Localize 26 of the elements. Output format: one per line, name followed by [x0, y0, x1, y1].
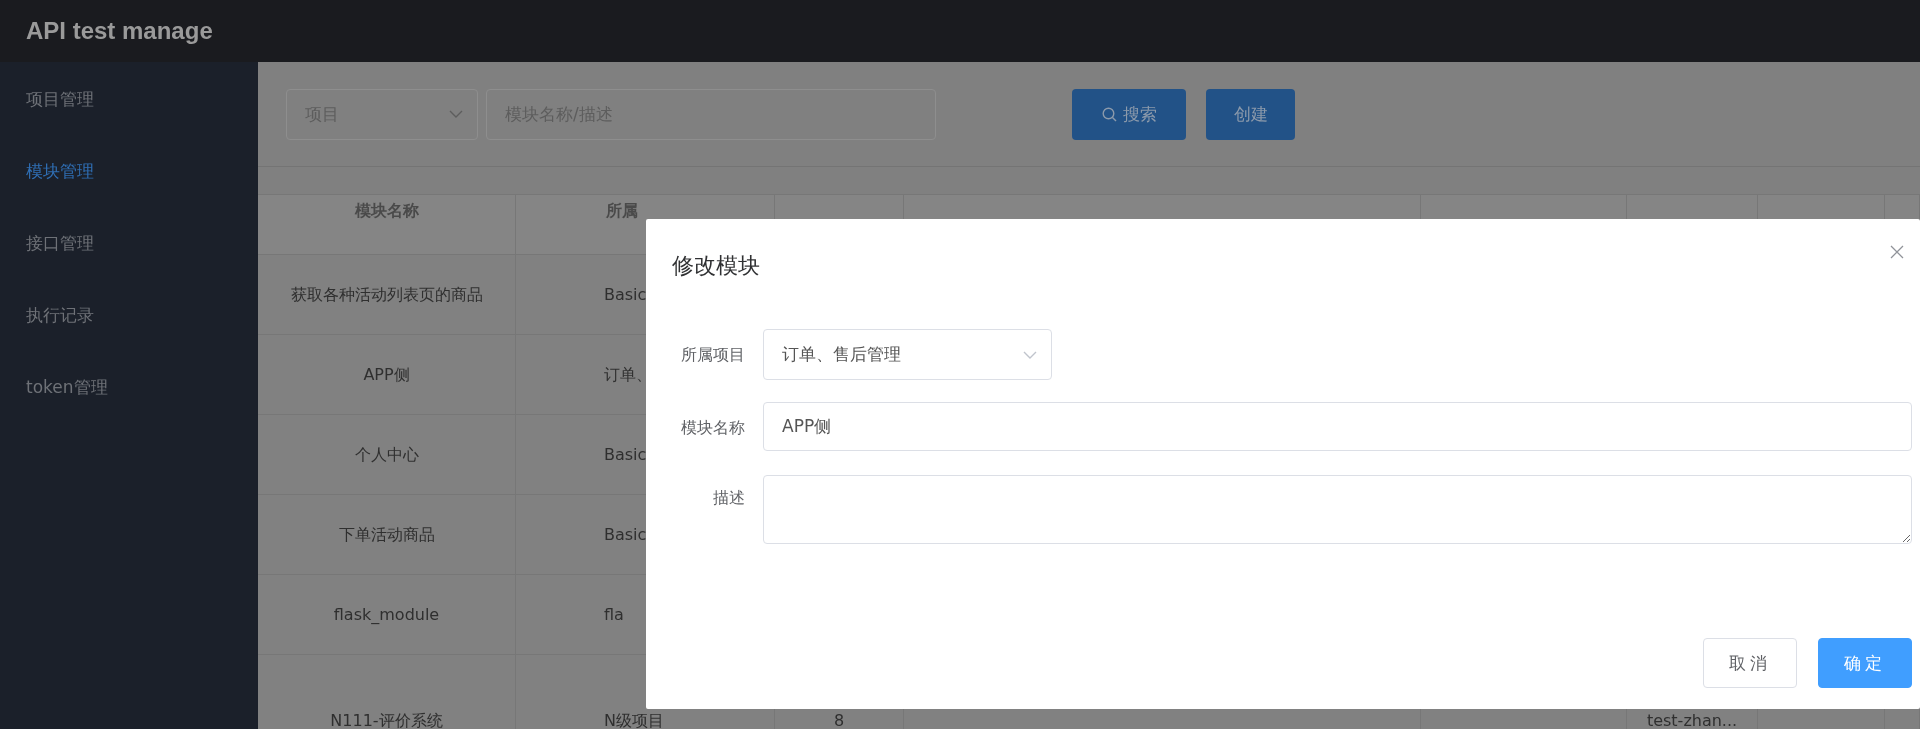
project-select[interactable]: 订单、售后管理: [763, 329, 1052, 380]
table-cell: 个人中心: [258, 415, 516, 495]
table-cell: APP侧: [258, 335, 516, 415]
field-label: 所属项目: [680, 344, 745, 366]
description-field[interactable]: [763, 475, 1912, 544]
sidebar-item[interactable]: 执行记录: [0, 279, 258, 351]
confirm-button[interactable]: 确定: [1818, 638, 1912, 688]
table-cell: 下单活动商品: [258, 495, 516, 575]
cancel-button[interactable]: 取消: [1703, 638, 1797, 688]
sidebar-item[interactable]: 接口管理: [0, 207, 258, 279]
field-label: 模块名称: [680, 417, 745, 439]
close-icon[interactable]: [1890, 245, 1904, 259]
sidebar-item[interactable]: 模块管理: [0, 135, 258, 207]
chevron-down-icon: [449, 110, 463, 118]
sidebar-item[interactable]: token管理: [0, 351, 258, 423]
create-button[interactable]: 创建: [1206, 88, 1295, 140]
table-cell: 获取各种活动列表页的商品: [258, 255, 516, 335]
search-button[interactable]: 搜索: [1072, 88, 1186, 140]
table-cell: flask_module: [258, 575, 516, 655]
column-header: 模块名称: [258, 195, 516, 255]
chevron-down-icon: [1023, 350, 1037, 359]
dialog-title: 修改模块: [672, 252, 760, 280]
sidebar-item[interactable]: 项目管理: [0, 63, 258, 135]
search-icon: [1101, 106, 1117, 122]
app-title: API test manage: [26, 17, 213, 45]
input-field[interactable]: APP侧: [763, 402, 1912, 451]
